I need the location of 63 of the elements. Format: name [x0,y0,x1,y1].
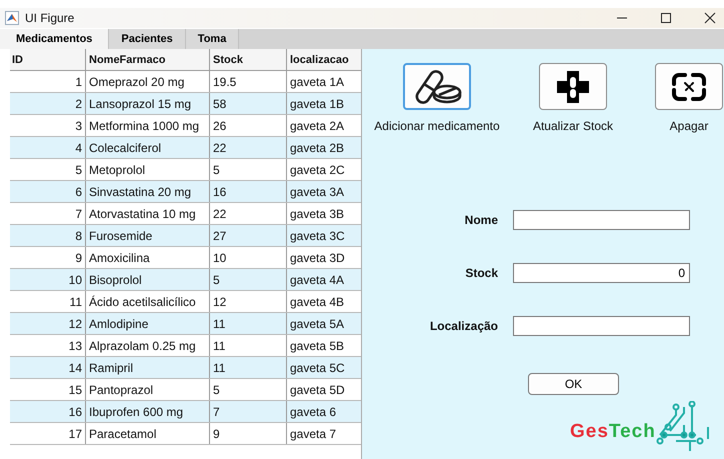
table-cell: Ibuprofen 600 mg [86,400,210,422]
table-cell: 4 [10,136,86,158]
table-cell: gaveta 6 [286,400,361,422]
table-cell: 8 [10,224,86,246]
column-header: ID [10,49,86,70]
column-header: localizacao [286,49,361,70]
field-label: Localização [428,319,499,333]
table-cell: 10 [10,268,86,290]
table-cell: gaveta 5C [286,356,361,378]
table-cell: Bisoprolol [86,268,210,290]
table-cell: gaveta 1B [286,92,361,114]
table-cell: Colecalciferol [86,136,210,158]
table-cell: 16 [10,400,86,422]
table-cell: gaveta 2B [286,136,361,158]
table-cell: Amlodipine [86,312,210,334]
add-button[interactable] [403,63,471,110]
update-button[interactable] [539,63,607,110]
app-icon [5,11,19,25]
table-cell: 12 [10,312,86,334]
table-cell: Furosemide [86,224,210,246]
button-label: Adicionar medicamento [374,119,500,133]
table-cell: gaveta 5A [286,312,361,334]
close-icon[interactable] [704,12,716,24]
table-cell: 16 [210,180,286,202]
table-cell: 14 [10,356,86,378]
table-cell: 17 [10,422,86,444]
delete-button[interactable] [655,63,723,110]
table-cell: 9 [210,422,286,444]
table-cell: 5 [210,268,286,290]
logo-text: Tech [608,422,656,441]
table-cell: 22 [210,136,286,158]
table-cell: 27 [210,224,286,246]
field-label: Stock [464,266,499,280]
input-field[interactable]: 0 [513,263,690,283]
input-field[interactable] [513,316,690,336]
table-cell: Sinvastatina 20 mg [86,180,210,202]
tab[interactable]: Toma [186,29,240,49]
field-label: Nome [464,213,499,227]
tab[interactable]: Pacientes [109,29,186,49]
ok-button[interactable]: OK [528,373,619,395]
column-header: Stock [210,49,286,70]
column-header: NomeFarmaco [86,49,210,70]
maximize-icon[interactable] [660,12,672,24]
table-cell: gaveta 3A [286,180,361,202]
table-cell: Paracetamol [86,422,210,444]
window-title: UI Figure [25,11,74,25]
table-cell: gaveta 4A [286,268,361,290]
medical-cross-icon [555,68,591,104]
table-cell: 7 [210,400,286,422]
button-label: Atualizar Stock [532,119,614,133]
table-cell: 11 [210,356,286,378]
table-cell: gaveta 3C [286,224,361,246]
circuit-drawing [656,401,712,451]
logo-text: Ges [570,422,609,441]
table-cell: Lansoprazol 15 mg [86,92,210,114]
table-cell: 58 [210,92,286,114]
table-cell: Ramipril [86,356,210,378]
tab[interactable]: Medicamentos [0,29,110,49]
button-label: Apagar [670,119,708,133]
table-cell: 6 [10,180,86,202]
input-field[interactable] [513,210,690,230]
table-cell: 2 [10,92,86,114]
table-cell: 11 [210,312,286,334]
